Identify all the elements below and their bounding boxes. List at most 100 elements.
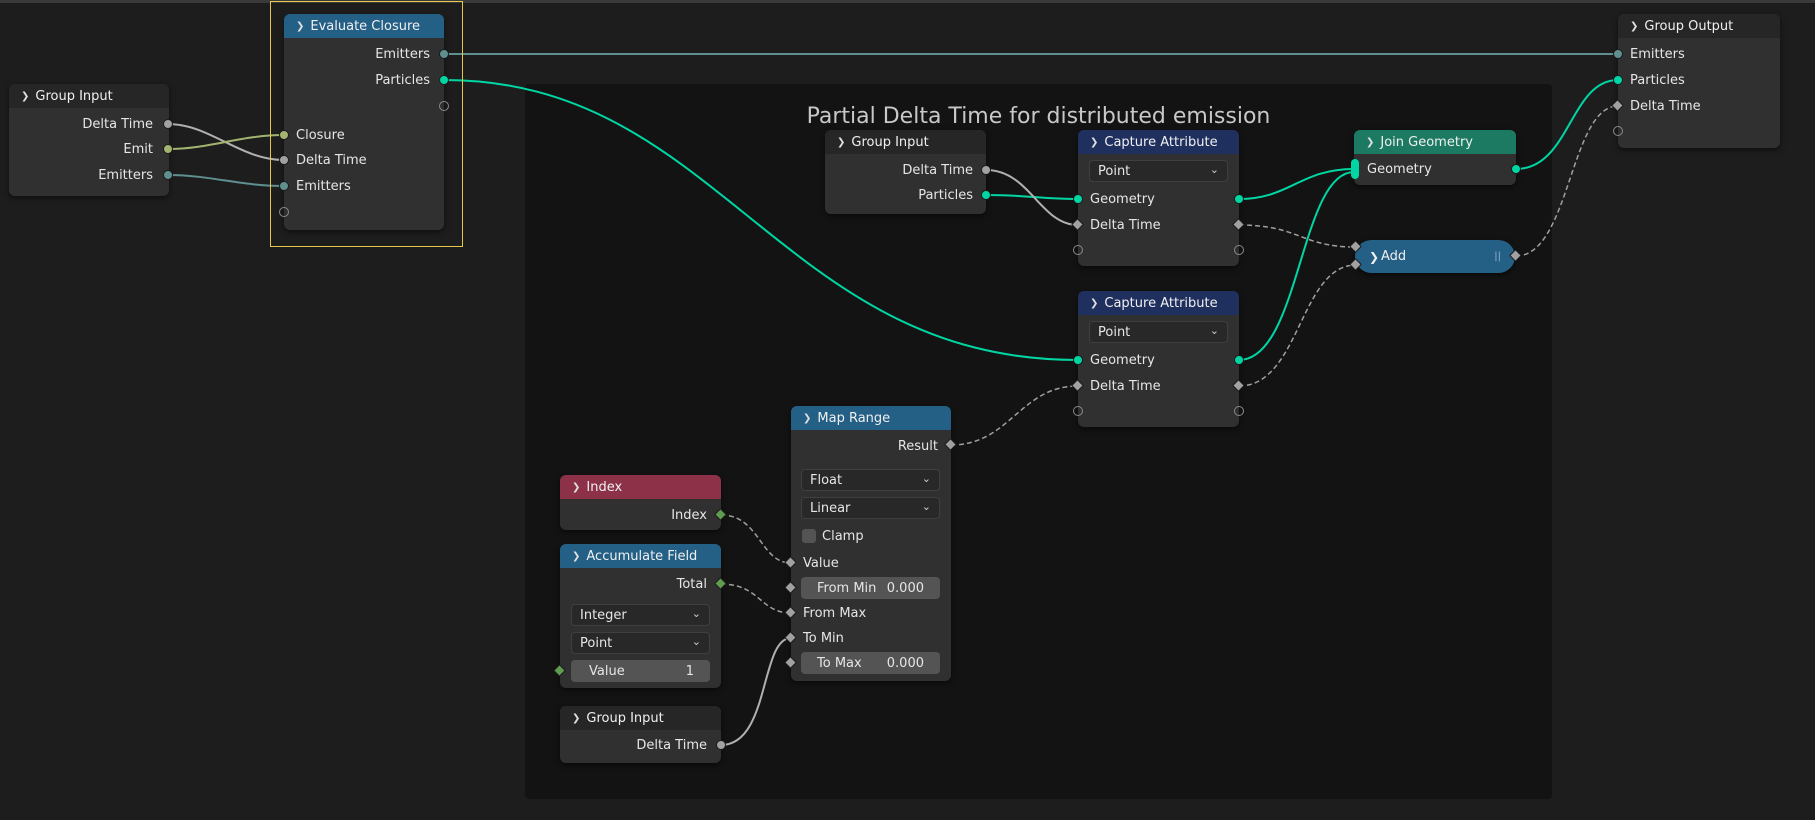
input-particles: Particles (1630, 72, 1685, 88)
frame-partial-delta-time[interactable]: Partial Delta Time for distributed emiss… (525, 84, 1552, 799)
output-delta-time: Delta Time (902, 162, 973, 178)
node-group-input-left[interactable]: ❯ Group Input Delta Time Emit Emitters (9, 84, 169, 196)
socket-delta-time-out[interactable] (163, 119, 173, 129)
dropdown-value: Point (580, 635, 613, 651)
dropdown-value: Point (1098, 324, 1131, 340)
interpolation-dropdown[interactable]: Linear ⌄ (801, 497, 940, 519)
field-label: To Max (817, 655, 862, 671)
chevron-down-icon[interactable]: ❯ (1630, 21, 1638, 32)
node-group-output[interactable]: ❯ Group Output Emitters Particles Delta T… (1618, 14, 1780, 148)
node-join-geometry[interactable]: ❯ Join Geometry Geometry (1354, 130, 1516, 185)
field-value: 0.000 (886, 655, 924, 671)
node-editor-canvas[interactable]: Partial Delta Time for distributed emiss… (0, 0, 1815, 820)
socket-extend-out[interactable] (439, 101, 449, 111)
to-max-field[interactable]: To Max 0.000 (801, 652, 940, 674)
row-geometry: Geometry (1090, 191, 1155, 207)
chevron-right-icon[interactable]: ❯ (1369, 250, 1379, 264)
socket-particles-out[interactable] (981, 190, 991, 200)
node-title: Group Input (35, 88, 113, 104)
node-group-input-frame[interactable]: ❯ Group Input Delta Time Particles (825, 130, 986, 214)
input-from-max: From Max (803, 605, 867, 621)
node-title: Group Output (1644, 18, 1734, 34)
node-add[interactable]: ❯ Add || (1355, 240, 1515, 273)
input-delta-time: Delta Time (1630, 98, 1701, 114)
socket-emitters-out[interactable] (439, 49, 449, 59)
socket-closure-in[interactable] (279, 130, 289, 140)
input-value: Value (803, 555, 839, 571)
socket-geometry-out[interactable] (1511, 164, 1521, 174)
node-capture-attribute-2[interactable]: ❯ Capture Attribute Point ⌄ Geometry Delta… (1078, 291, 1239, 427)
node-map-range[interactable]: ❯ Map Range Result Float ⌄ Linear ⌄ Clamp V… (791, 406, 951, 681)
domain-dropdown[interactable]: Point ⌄ (1089, 160, 1228, 182)
output-emitters: Emitters (375, 46, 430, 62)
value-field[interactable]: Value 1 (571, 660, 710, 682)
node-title: Capture Attribute (1104, 134, 1218, 150)
socket-geometry-in[interactable] (1073, 194, 1083, 204)
chevron-down-icon[interactable]: ❯ (837, 137, 845, 148)
chevron-down-icon[interactable]: ❯ (1090, 137, 1098, 148)
chevron-down-icon[interactable]: ❯ (572, 482, 580, 493)
data-type-dropdown[interactable]: Float ⌄ (801, 469, 940, 491)
socket-extend-in[interactable] (1613, 126, 1623, 136)
dropdown-value: Integer (580, 607, 627, 623)
socket-extend-in[interactable] (1073, 245, 1083, 255)
dropdown-value: Float (810, 472, 843, 488)
node-index[interactable]: ❯ Index Index (560, 475, 721, 530)
socket-extend-in[interactable] (1073, 406, 1083, 416)
frame-label: Partial Delta Time for distributed emiss… (806, 104, 1271, 129)
socket-geometry-multi-in[interactable] (1351, 159, 1359, 179)
chevron-down-icon: ⌄ (921, 472, 931, 485)
output-index: Index (671, 507, 707, 523)
node-evaluate-closure[interactable]: ❯ Evaluate Closure Emitters Particles Clo… (284, 14, 444, 230)
chevron-down-icon[interactable]: ❯ (296, 21, 304, 32)
socket-geometry-in[interactable] (1073, 355, 1083, 365)
socket-delta-time-out[interactable] (981, 165, 991, 175)
from-min-field[interactable]: From Min 0.000 (801, 577, 940, 599)
socket-extend-out[interactable] (1234, 406, 1244, 416)
clamp-checkbox[interactable] (802, 529, 816, 543)
chevron-down-icon: ⌄ (691, 607, 701, 620)
socket-delta-time-in[interactable] (279, 155, 289, 165)
data-type-dropdown[interactable]: Integer ⌄ (571, 604, 710, 626)
socket-delta-time-out[interactable] (716, 740, 726, 750)
domain-dropdown[interactable]: Point ⌄ (1089, 321, 1228, 343)
field-value: 0.000 (886, 580, 924, 596)
output-emit: Emit (123, 141, 153, 157)
node-capture-attribute-1[interactable]: ❯ Capture Attribute Point ⌄ Geometry Delta… (1078, 130, 1239, 266)
row-geometry: Geometry (1090, 352, 1155, 368)
socket-emitters-in[interactable] (1613, 49, 1623, 59)
domain-dropdown[interactable]: Point ⌄ (571, 632, 710, 654)
socket-emitters-out[interactable] (163, 170, 173, 180)
clamp-label: Clamp (822, 528, 864, 544)
chevron-down-icon[interactable]: ❯ (803, 413, 811, 424)
chevron-down-icon: ⌄ (1209, 324, 1219, 337)
input-delta-time: Delta Time (296, 152, 367, 168)
socket-extend-out[interactable] (1234, 245, 1244, 255)
input-closure: Closure (296, 127, 345, 143)
chevron-down-icon[interactable]: ❯ (21, 91, 29, 102)
chevron-down-icon[interactable]: ❯ (572, 713, 580, 724)
socket-particles-in[interactable] (1613, 75, 1623, 85)
node-accumulate-field[interactable]: ❯ Accumulate Field Total Integer ⌄ Point ⌄ … (560, 544, 721, 688)
node-title: Group Input (851, 134, 929, 150)
field-label: Value (589, 663, 625, 679)
chevron-down-icon[interactable]: ❯ (1366, 137, 1374, 148)
output-delta-time: Delta Time (636, 737, 707, 753)
input-emitters: Emitters (1630, 46, 1685, 62)
field-value: 1 (685, 663, 694, 679)
socket-geometry-out[interactable] (1234, 194, 1244, 204)
socket-emit-out[interactable] (163, 144, 173, 154)
socket-emitters-in[interactable] (279, 181, 289, 191)
socket-extend-in[interactable] (279, 207, 289, 217)
output-particles: Particles (918, 187, 973, 203)
socket-particles-out[interactable] (439, 75, 449, 85)
socket-geometry-out[interactable] (1234, 355, 1244, 365)
row-geometry: Geometry (1367, 161, 1432, 177)
output-particles: Particles (375, 72, 430, 88)
dropdown-value: Point (1098, 163, 1131, 179)
chevron-down-icon[interactable]: ❯ (572, 551, 580, 562)
node-group-input-bottom[interactable]: ❯ Group Input Delta Time (560, 706, 721, 763)
node-title: Join Geometry (1380, 134, 1473, 150)
chevron-down-icon[interactable]: ❯ (1090, 298, 1098, 309)
row-delta-time: Delta Time (1090, 378, 1161, 394)
